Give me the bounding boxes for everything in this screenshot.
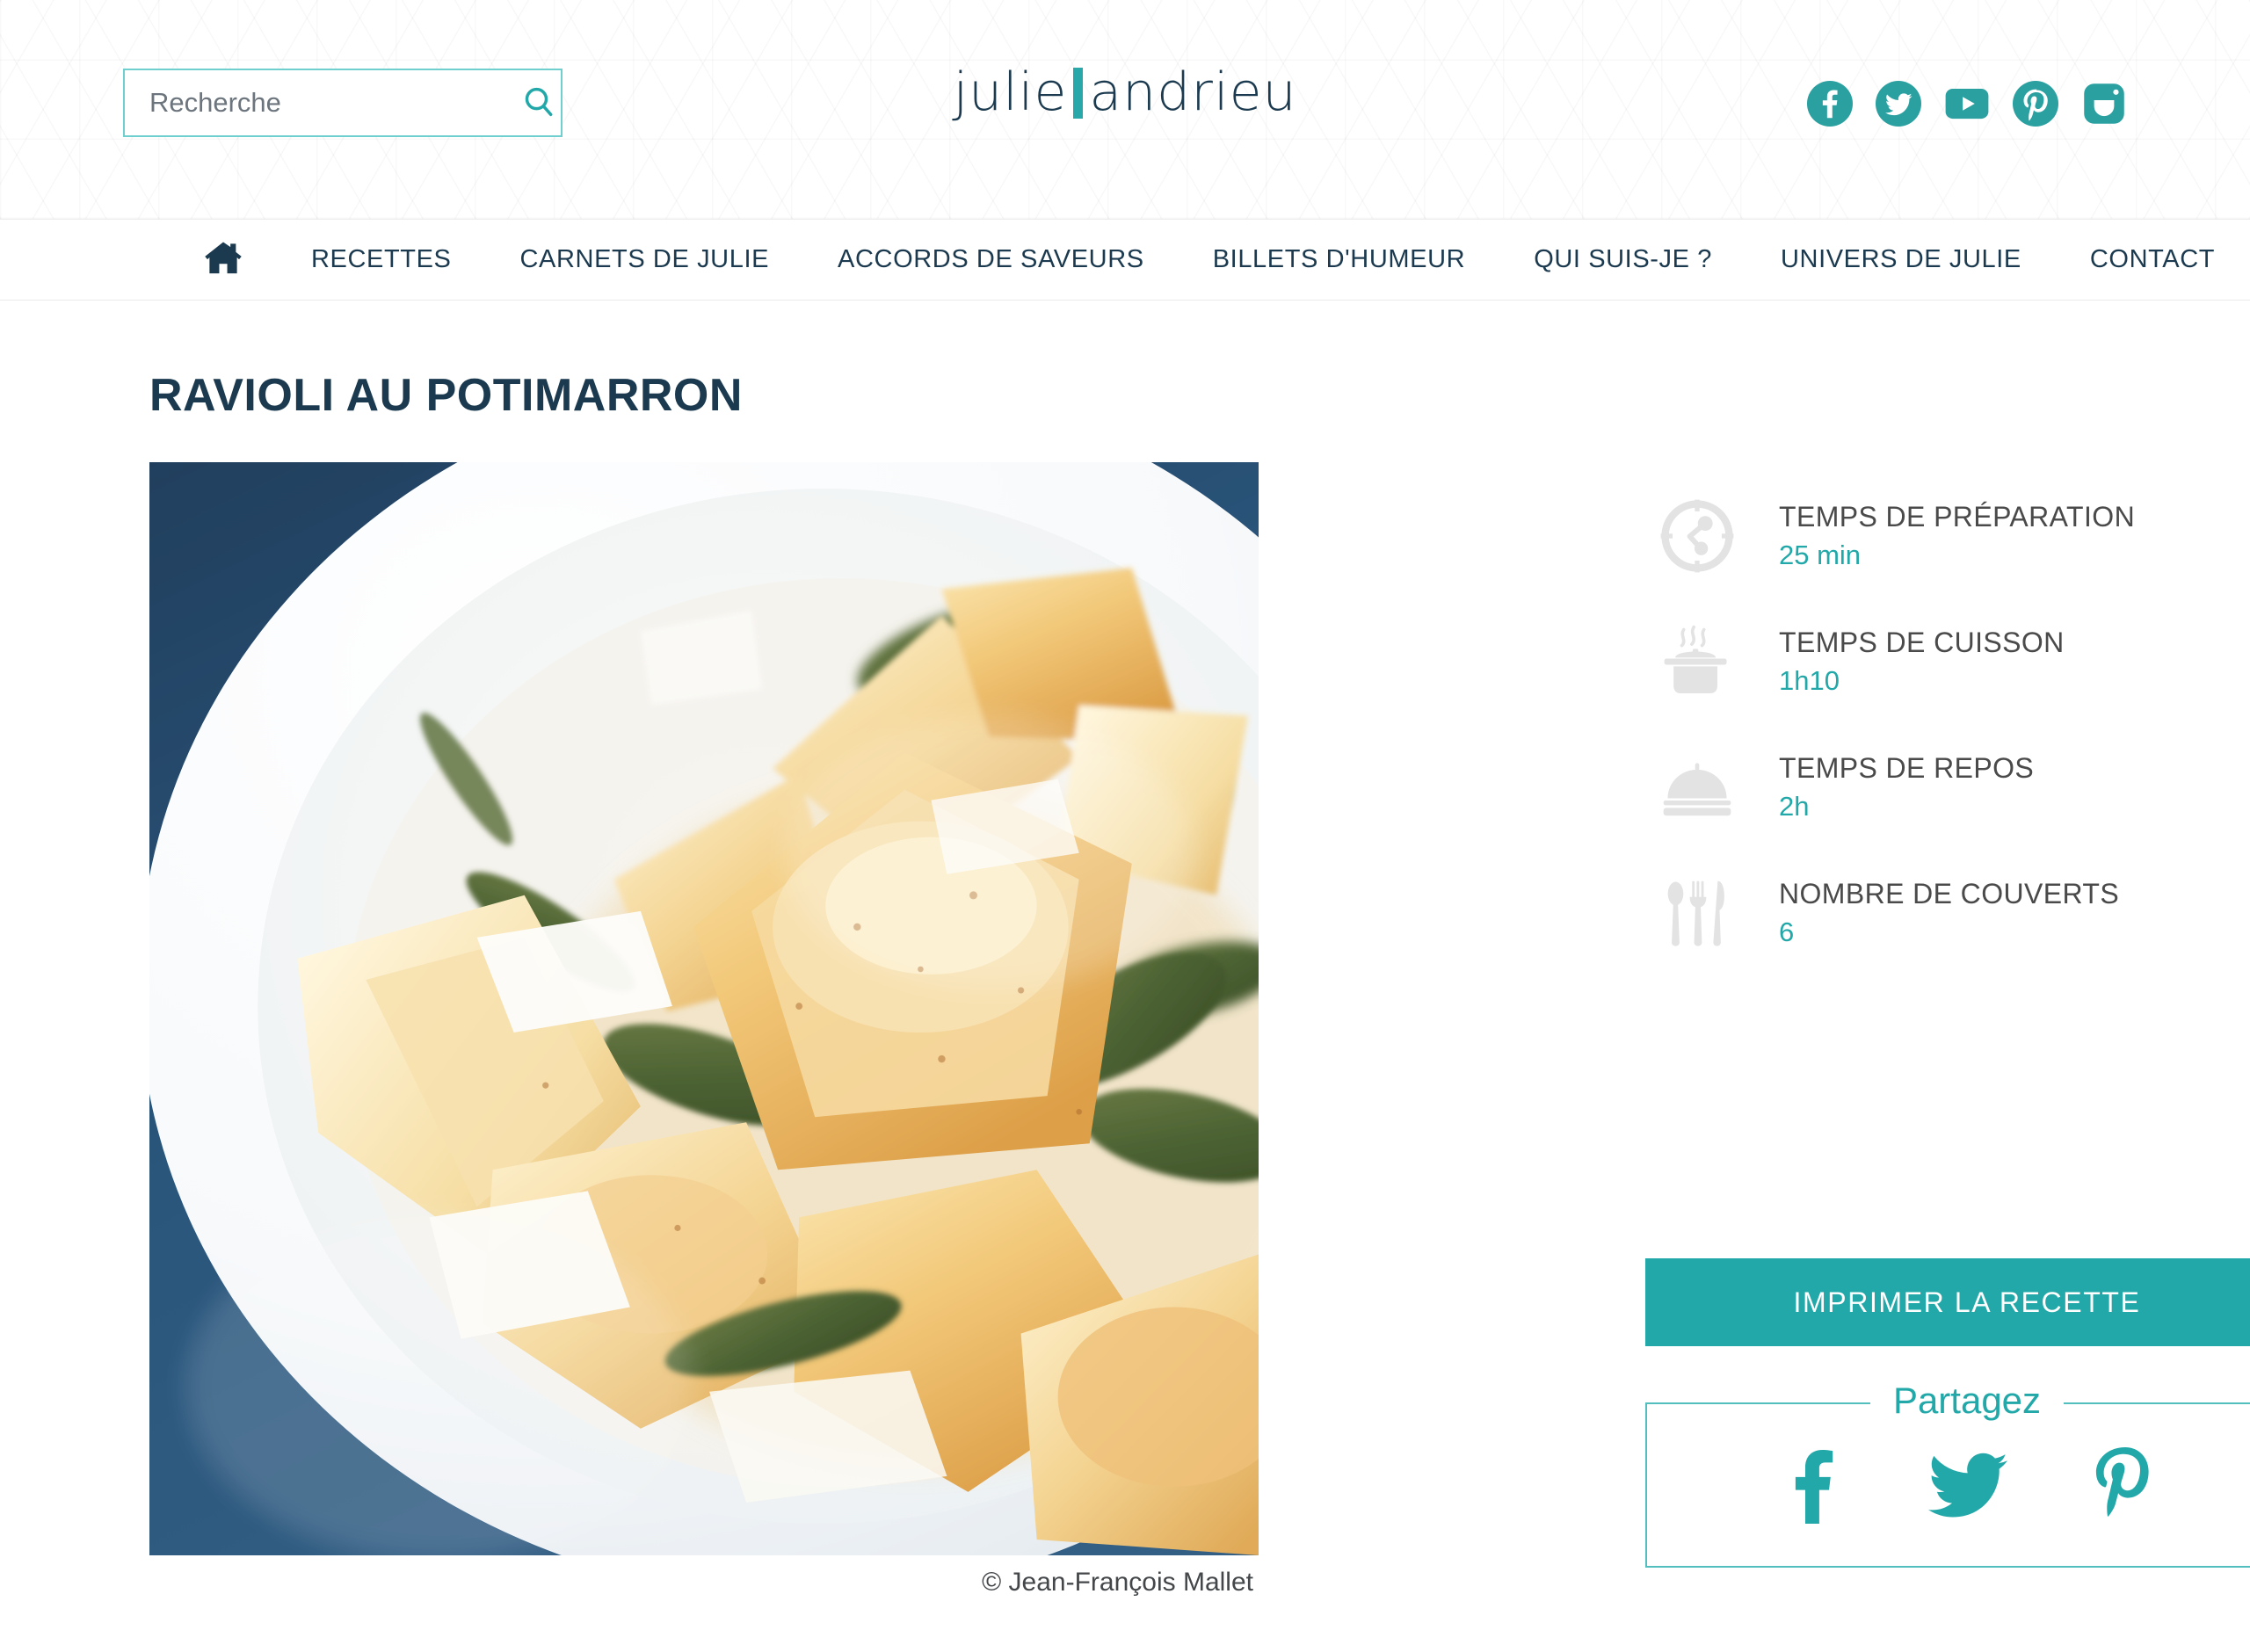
clock-icon <box>1645 496 1749 576</box>
facebook-share-icon[interactable] <box>1778 1449 1843 1528</box>
info-label-cooking: TEMPS DE CUISSON <box>1779 627 2065 659</box>
share-heading: Partagez <box>1645 1380 2250 1422</box>
photo-credit-caption: © Jean-François Mallet <box>982 1568 1253 1597</box>
home-icon <box>204 240 243 279</box>
recipe-photo-column: © Jean-François Mallet <box>149 462 1259 1598</box>
info-value-preparation: 25 min <box>1779 540 1862 571</box>
recipe-sidebar: TEMPS DE PRÉPARATION 25 min TEMPS DE CUI… <box>1259 462 2250 1598</box>
cutlery-icon <box>1645 873 1749 953</box>
info-text-resting: TEMPS DE REPOS 2h <box>1749 750 2034 822</box>
cloche-icon <box>1645 747 1749 828</box>
info-label-preparation: TEMPS DE PRÉPARATION <box>1779 501 2136 533</box>
youtube-icon[interactable] <box>1944 81 1990 127</box>
page-title: RAVIOLI AU POTIMARRON <box>149 370 743 421</box>
info-row-cooking-time: TEMPS DE CUISSON 1h10 <box>1645 598 2250 724</box>
share-heading-label: Partagez <box>1869 1380 2065 1421</box>
nav-home-link[interactable] <box>204 240 243 279</box>
twitter-icon[interactable] <box>1876 81 1921 127</box>
recipe-photo <box>149 462 1259 1555</box>
nav-item-qui-suis-je[interactable]: QUI SUIS-JE ? <box>1534 245 1712 274</box>
nav-item-contact[interactable]: CONTACT <box>2090 245 2215 274</box>
print-recipe-button[interactable]: IMPRIMER LA RECETTE <box>1645 1258 2250 1346</box>
info-value-servings: 6 <box>1779 917 1795 948</box>
instagram-icon[interactable] <box>2081 81 2127 127</box>
pot-icon <box>1645 621 1749 702</box>
twitter-share-icon[interactable] <box>1927 1453 2008 1525</box>
info-value-cooking: 1h10 <box>1779 665 1840 697</box>
info-text-cooking: TEMPS DE CUISSON 1h10 <box>1749 625 2065 697</box>
info-value-resting: 2h <box>1779 791 1810 822</box>
recipe-columns: © Jean-François Mallet TEMPS DE PRÉPARAT… <box>149 462 2250 1598</box>
info-text-preparation: TEMPS DE PRÉPARATION 25 min <box>1749 499 2135 571</box>
info-label-servings: NOMBRE DE COUVERTS <box>1779 878 2120 910</box>
social-links <box>1807 81 2127 127</box>
share-buttons-box <box>1645 1402 2250 1568</box>
facebook-icon[interactable] <box>1807 81 1853 127</box>
nav-item-univers-de-julie[interactable]: UNIVERS DE JULIE <box>1781 245 2021 274</box>
recipe-photo-image <box>149 462 1259 1555</box>
pinterest-share-icon[interactable] <box>2093 1446 2156 1532</box>
site-header: julie andrieu <box>0 0 2250 220</box>
recipe-page: RAVIOLI AU POTIMARRON © Jean-François Ma… <box>0 369 2250 1598</box>
main-navigation: RECETTES CARNETS DE JULIE ACCORDS DE SAV… <box>0 220 2250 301</box>
logo-second-word: andrieu <box>1089 62 1297 123</box>
nav-item-billets-d-humeur[interactable]: BILLETS D'HUMEUR <box>1213 245 1465 274</box>
info-row-resting-time: TEMPS DE REPOS 2h <box>1645 724 2250 850</box>
logo-separator-bar <box>1073 68 1084 119</box>
nav-item-accords-de-saveurs[interactable]: ACCORDS DE SAVEURS <box>838 245 1144 274</box>
share-section: Partagez <box>1645 1380 2250 1568</box>
info-text-servings: NOMBRE DE COUVERTS 6 <box>1749 876 2119 948</box>
logo-first-word: julie <box>953 62 1068 123</box>
info-row-servings: NOMBRE DE COUVERTS 6 <box>1645 850 2250 975</box>
nav-item-carnets-de-julie[interactable]: CARNETS DE JULIE <box>520 245 770 274</box>
nav-item-recettes[interactable]: RECETTES <box>311 245 452 274</box>
info-label-resting: TEMPS DE REPOS <box>1779 752 2035 785</box>
info-row-preparation-time: TEMPS DE PRÉPARATION 25 min <box>1645 473 2250 598</box>
pinterest-icon[interactable] <box>2013 81 2058 127</box>
